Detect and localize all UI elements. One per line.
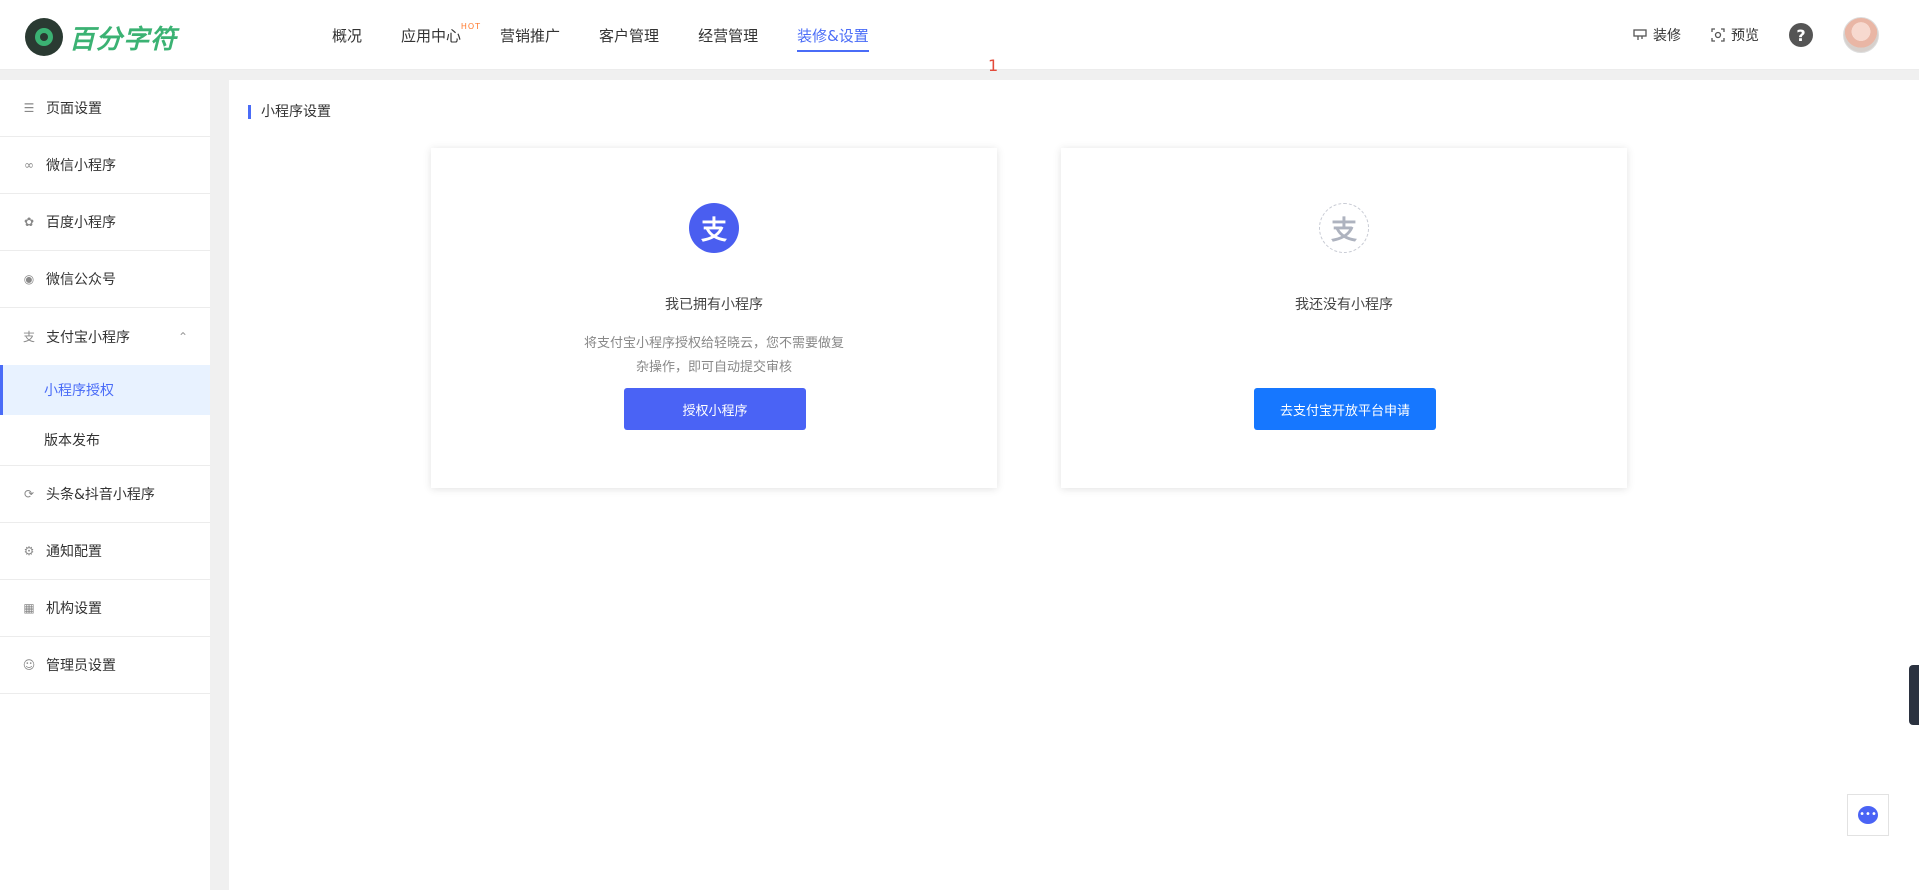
nav-item-overview[interactable]: 概况	[332, 0, 362, 70]
hot-badge: HOT	[460, 22, 482, 31]
sidebar-item-toutiao-douyin[interactable]: ⟳ 头条&抖音小程序	[0, 466, 210, 523]
card-title: 我已拥有小程序	[665, 297, 763, 313]
mini-program-icon: ∞	[24, 158, 34, 172]
brush-icon	[1633, 29, 1647, 40]
sidebar-subitem-authorize[interactable]: 小程序授权	[0, 365, 210, 415]
preview-button[interactable]: 预览	[1711, 25, 1759, 45]
avatar[interactable]	[1843, 17, 1879, 53]
side-drawer-handle[interactable]	[1909, 665, 1919, 725]
authorize-mini-program-button[interactable]: 授权小程序	[624, 388, 806, 430]
card-description-line: 将支付宝小程序授权给轻晓云，您不需要做复	[583, 336, 844, 351]
card-title: 我还没有小程序	[1295, 297, 1393, 313]
sidebar-item-label: 通知配置	[46, 544, 102, 560]
layers-icon: ☰	[23, 101, 35, 115]
decorate-label: 装修	[1653, 28, 1681, 44]
sidebar-item-baidu-mini[interactable]: ✿ 百度小程序	[0, 194, 210, 251]
sidebar-item-label: 支付宝小程序	[46, 329, 130, 346]
alipay-icon: 支	[689, 203, 739, 253]
user-gear-icon: ☺	[22, 658, 36, 672]
wechat-icon: ◉	[23, 272, 35, 286]
sidebar-subitem-label: 小程序授权	[44, 383, 114, 399]
sidebar-item-label: 微信公众号	[46, 272, 116, 288]
toutiao-icon: ⟳	[23, 487, 35, 501]
top-header: 百分字符 概况 应用中心 HOT 营销推广 客户管理 经营管理 装修&设置 装修…	[0, 0, 1919, 70]
section-title: 小程序设置	[248, 105, 331, 119]
gear-icon: ⚙	[23, 544, 35, 558]
brand-name: 百分字符	[69, 24, 178, 55]
nav-item-operations[interactable]: 经营管理	[698, 0, 758, 70]
building-icon: ▦	[23, 601, 35, 615]
chevron-up-icon: ⌃	[177, 330, 188, 344]
nav-item-app-center[interactable]: 应用中心 HOT	[401, 0, 480, 70]
sidebar-item-label: 百度小程序	[46, 215, 116, 231]
sidebar-item-wechat-mini[interactable]: ∞ 微信小程序	[0, 137, 210, 194]
nav-label: 应用中心	[401, 26, 462, 45]
sidebar-subitem-label: 版本发布	[44, 433, 100, 449]
sidebar-item-admins[interactable]: ☺ 管理员设置	[0, 637, 210, 694]
paw-icon: ✿	[23, 215, 35, 229]
card-description-line: 杂操作，即可自动提交审核	[635, 360, 792, 375]
chat-button[interactable]: •••	[1847, 794, 1889, 836]
main-nav: 概况 应用中心 HOT 营销推广 客户管理 经营管理 装修&设置	[332, 0, 908, 70]
card-no-mini-program: 支 我还没有小程序 去支付宝开放平台申请	[1061, 148, 1627, 488]
sidebar-item-organization[interactable]: ▦ 机构设置	[0, 580, 210, 637]
nav-label: 概况	[332, 26, 363, 45]
nav-item-customers[interactable]: 客户管理	[599, 0, 659, 70]
main-content: 小程序设置 支 我已拥有小程序 将支付宝小程序授权给轻晓云，您不需要做复 杂操作…	[229, 80, 1919, 890]
nav-label: 营销推广	[500, 26, 561, 45]
logo-icon	[25, 18, 63, 56]
sidebar-item-label: 微信小程序	[46, 158, 116, 174]
brand-logo[interactable]: 百分字符	[25, 18, 177, 56]
card-have-mini-program: 支 我已拥有小程序 将支付宝小程序授权给轻晓云，您不需要做复 杂操作，即可自动提…	[431, 148, 997, 488]
sidebar-item-alipay-mini[interactable]: 支 支付宝小程序 ⌃	[0, 308, 210, 365]
sidebar-item-label: 机构设置	[46, 601, 102, 617]
sidebar-item-label: 页面设置	[46, 101, 102, 117]
sidebar-item-notifications[interactable]: ⚙ 通知配置	[0, 523, 210, 580]
sidebar-item-wechat-official[interactable]: ◉ 微信公众号	[0, 251, 210, 308]
decorate-button[interactable]: 装修	[1633, 25, 1681, 45]
alipay-outline-icon: 支	[1319, 203, 1369, 253]
scan-icon	[1711, 28, 1725, 42]
sidebar-subitem-version-release[interactable]: 版本发布	[0, 415, 210, 465]
nav-item-decoration-settings[interactable]: 装修&设置	[797, 0, 869, 70]
sidebar-item-label: 管理员设置	[46, 658, 116, 674]
sidebar-group-alipay: 支 支付宝小程序 ⌃ 小程序授权 版本发布	[0, 308, 210, 466]
sidebar-item-label: 头条&抖音小程序	[46, 487, 155, 503]
sidebar: ☰ 页面设置 ∞ 微信小程序 ✿ 百度小程序 ◉ 微信公众号 支 支付宝小程序 …	[0, 80, 210, 890]
apply-alipay-platform-button[interactable]: 去支付宝开放平台申请	[1254, 388, 1436, 430]
nav-label: 客户管理	[599, 26, 660, 45]
nav-label: 装修&设置	[797, 26, 869, 45]
nav-label: 经营管理	[698, 26, 759, 45]
sidebar-item-page-settings[interactable]: ☰ 页面设置	[0, 80, 210, 137]
help-icon[interactable]: ?	[1789, 23, 1813, 47]
preview-label: 预览	[1731, 28, 1759, 44]
annotation-marker: 1	[988, 56, 999, 75]
nav-item-marketing[interactable]: 营销推广	[500, 0, 560, 70]
alipay-icon: 支	[22, 330, 35, 344]
chat-icon: •••	[1858, 806, 1878, 824]
header-actions: 装修 预览 ?	[1633, 0, 1879, 70]
card-description: 将支付宝小程序授权给轻晓云，您不需要做复 杂操作，即可自动提交审核	[564, 332, 864, 380]
